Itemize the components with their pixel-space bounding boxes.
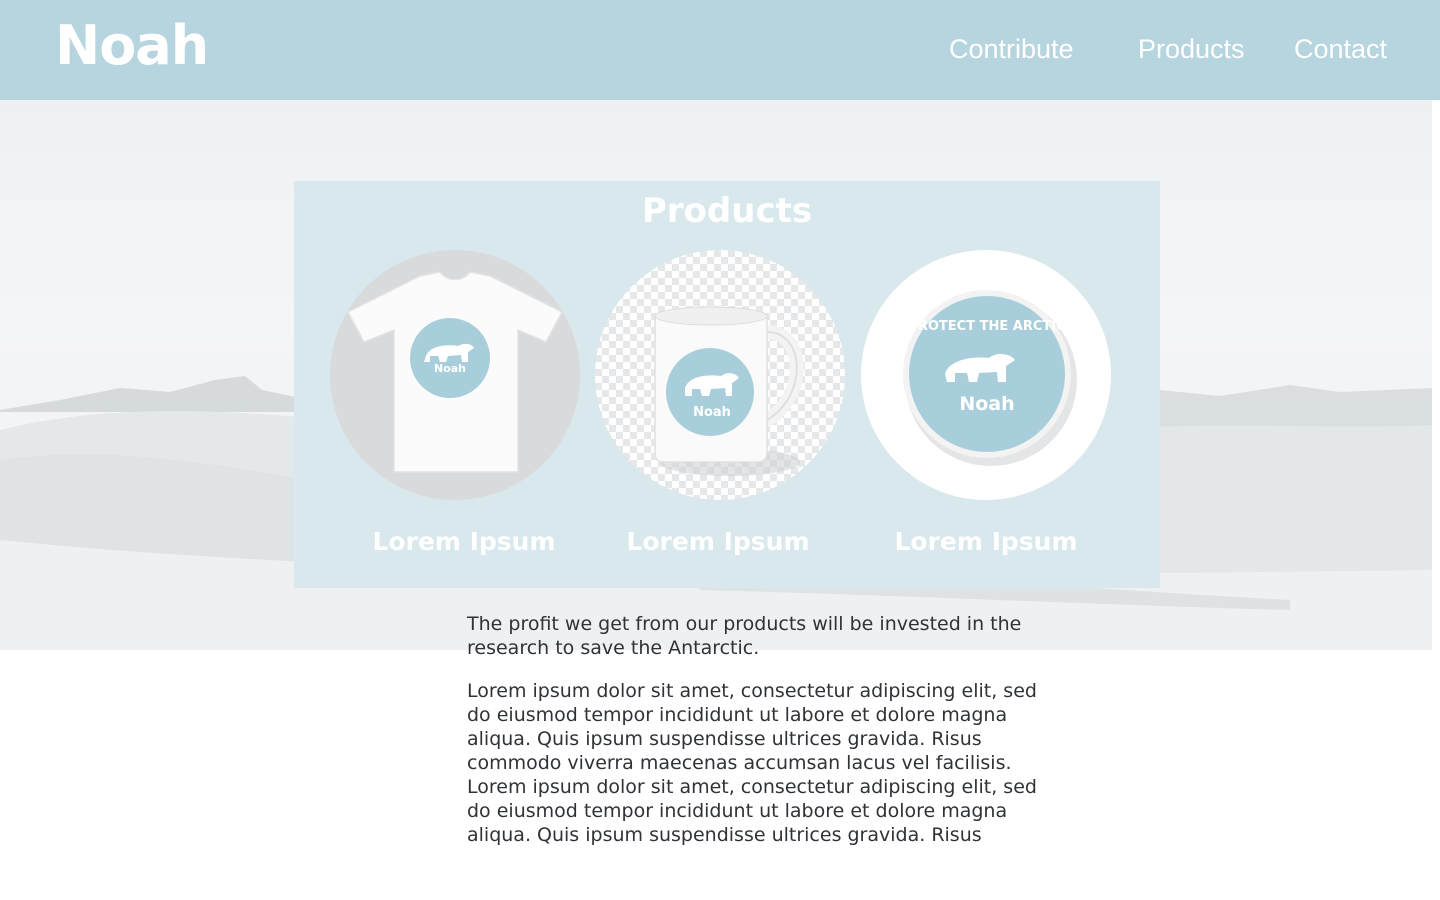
product-badge[interactable]: PROTECT THE ARCTIC Noah	[861, 250, 1111, 500]
content-text: The profit we get from our products will…	[467, 612, 1057, 866]
body-paragraph: Lorem ipsum dolor sit amet, consectetur …	[467, 680, 1037, 846]
nav-contact[interactable]: Contact	[1294, 34, 1387, 65]
nav-contribute[interactable]: Contribute	[949, 34, 1074, 65]
site-header: Noah Contribute Products Contact	[0, 0, 1440, 100]
svg-text:Noah: Noah	[959, 393, 1014, 415]
svg-text:Noah: Noah	[434, 362, 466, 375]
svg-text:PROTECT THE ARCTIC: PROTECT THE ARCTIC	[908, 319, 1065, 334]
svg-text:Noah: Noah	[693, 405, 731, 420]
products-panel: Products Noah Noah PROTECT THE ARCTIC No…	[294, 181, 1160, 588]
product-caption-badge: Lorem Ipsum	[894, 527, 1078, 556]
product-tshirt[interactable]: Noah	[330, 250, 580, 500]
nav-products[interactable]: Products	[1138, 34, 1245, 65]
main-nav: Contribute Products Contact	[0, 34, 1440, 74]
product-mug[interactable]: Noah	[595, 250, 845, 500]
badge-image: PROTECT THE ARCTIC Noah	[903, 290, 1077, 466]
intro-paragraph: The profit we get from our products will…	[467, 613, 1022, 659]
mug-image: Noah	[654, 306, 804, 476]
product-caption-tshirt: Lorem Ipsum	[372, 527, 556, 556]
product-caption-mug: Lorem Ipsum	[626, 527, 810, 556]
products-heading: Products	[641, 191, 813, 231]
tshirt-image: Noah	[346, 271, 564, 473]
